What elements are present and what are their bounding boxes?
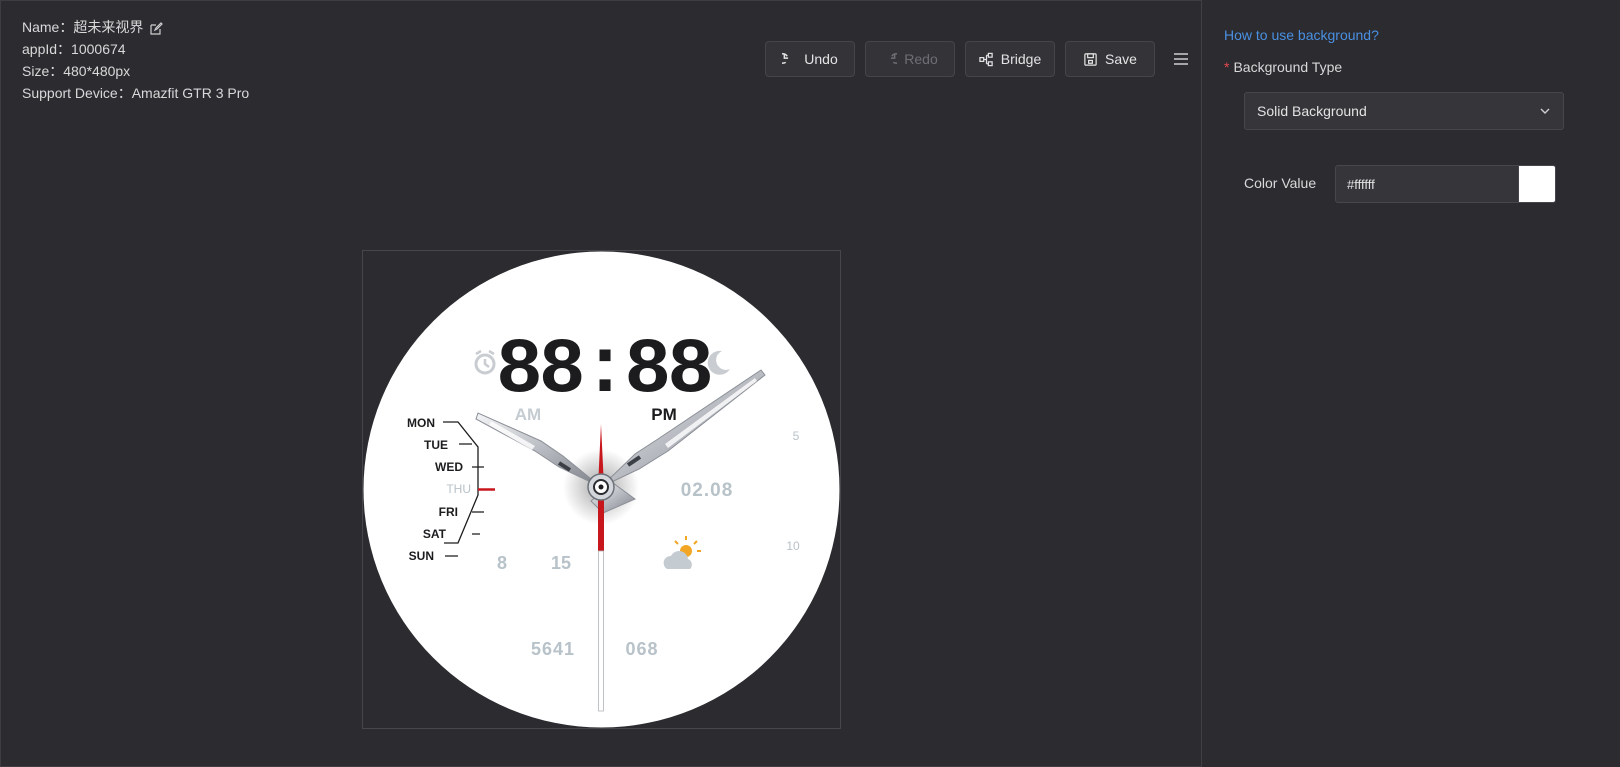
left-number-1: 8: [497, 553, 507, 573]
appid-value: 1000674: [71, 41, 126, 57]
day-sat: SAT: [423, 527, 447, 541]
size-value: 480*480px: [63, 63, 131, 79]
day-wed: WED: [435, 460, 463, 474]
am-indicator: AM: [515, 405, 541, 424]
day-tue: TUE: [424, 438, 448, 452]
appid-label: appId：: [22, 41, 72, 57]
background-type-value: Solid Background: [1257, 103, 1367, 119]
menu-icon[interactable]: [1171, 49, 1191, 69]
redo-icon: [891, 52, 898, 64]
save-button[interactable]: Save: [1065, 41, 1155, 77]
digital-time: 88:88: [496, 327, 710, 415]
pm-indicator: PM: [651, 405, 677, 424]
edit-icon[interactable]: [149, 20, 164, 35]
color-value-label: Color Value: [1244, 175, 1317, 191]
name-value: 超未来视界: [73, 19, 144, 35]
day-mon: MON: [407, 416, 435, 430]
properties-panel: How to use background? * Background Type …: [1201, 0, 1620, 767]
project-info: Name： 超未来视界 appId： 1000674 Size： 480*480…: [22, 16, 249, 104]
save-icon: [1084, 52, 1097, 66]
day-fri: FRI: [439, 505, 458, 519]
background-type-text: Background Type: [1233, 59, 1343, 75]
undo-button[interactable]: Undo: [765, 41, 855, 77]
color-value-input[interactable]: [1335, 165, 1518, 203]
device-row: Support Device： Amazfit GTR 3 Pro: [22, 82, 249, 104]
device-value: Amazfit GTR 3 Pro: [131, 85, 250, 101]
background-type-label: * Background Type: [1224, 59, 1342, 75]
name-label: Name：: [22, 19, 74, 35]
redo-button[interactable]: Redo: [865, 41, 955, 77]
appid-row: appId： 1000674: [22, 38, 249, 60]
watch-face[interactable]: 88:88 AM PM MON TUE WED THU FRI SAT SUN …: [363, 251, 840, 728]
chevron-down-icon: [1540, 108, 1550, 114]
bridge-button[interactable]: Bridge: [965, 41, 1055, 77]
date-display: 02.08: [681, 480, 734, 501]
scale-10: 10: [786, 539, 800, 553]
size-label: Size：: [22, 63, 64, 79]
steps-display: 5641: [531, 639, 575, 659]
bridge-icon: [979, 52, 993, 66]
redo-label: Redo: [904, 51, 938, 67]
required-star: *: [1224, 59, 1230, 75]
undo-label: Undo: [804, 51, 838, 67]
background-type-select[interactable]: Solid Background: [1244, 92, 1564, 130]
hub-pin: [598, 484, 604, 490]
size-row: Size： 480*480px: [22, 60, 249, 82]
left-number-2: 15: [551, 553, 571, 573]
bridge-label: Bridge: [1000, 51, 1042, 67]
watch-canvas[interactable]: 88:88 AM PM MON TUE WED THU FRI SAT SUN …: [362, 250, 841, 729]
save-label: Save: [1105, 51, 1137, 67]
device-label: Support Device：: [22, 85, 132, 101]
day-sun: SUN: [409, 549, 434, 563]
undo-icon: [782, 52, 789, 64]
heart-rate-display: 068: [625, 639, 658, 659]
day-thu: THU: [446, 482, 471, 496]
name-row: Name： 超未来视界: [22, 16, 249, 38]
color-swatch[interactable]: [1518, 165, 1556, 203]
help-link[interactable]: How to use background?: [1224, 27, 1379, 43]
toolbar: Undo Redo Bridge Save: [765, 41, 1191, 77]
scale-5: 5: [793, 429, 800, 443]
